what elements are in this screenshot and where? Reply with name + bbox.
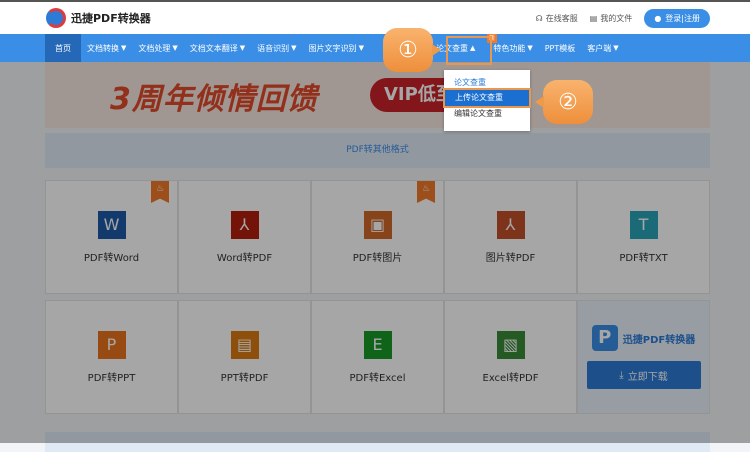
nav-label: 文档转换 <box>87 43 119 53</box>
nav-translate[interactable]: 文档文本翻译 ▼ <box>184 34 251 62</box>
callout-1: ① <box>383 28 441 72</box>
nav-doc-convert[interactable]: 文档转换 ▼ <box>81 34 132 62</box>
nav-label: 特色功能 <box>493 43 526 53</box>
nav-label: 文档处理 <box>138 43 171 53</box>
logo[interactable]: 迅捷PDF转换器 <box>46 8 151 28</box>
caret-down-icon: ▼ <box>527 44 533 52</box>
menu-item-edit-paper-check[interactable]: 编辑论文查重 <box>444 106 530 122</box>
headset-icon: ☊ <box>535 14 543 23</box>
brand-name: 迅捷PDF转换器 <box>71 12 151 25</box>
caret-down-icon: ▼ <box>613 44 619 52</box>
nav-label: 图片文字识别 <box>308 43 357 53</box>
nav-client[interactable]: 客户端 ▼ <box>581 34 624 62</box>
dropdown-title: 论文查重 <box>454 78 486 87</box>
nav-label: 文档文本翻译 <box>189 43 238 53</box>
file-icon: ▤ <box>589 14 598 23</box>
callout-2: ② <box>535 80 593 124</box>
header: 迅捷PDF转换器 ☊ 在线客服 ▤ 我的文件 ● 登录|注册 <box>0 0 750 34</box>
files-label: 我的文件 <box>600 14 633 23</box>
caret-down-icon: ▼ <box>172 44 178 52</box>
menu-item-upload-paper-check[interactable]: 上传论文查重 <box>443 88 531 108</box>
nav-speech[interactable]: 语音识别 ▼ <box>251 34 302 62</box>
caret-down-icon: ▼ <box>291 44 297 52</box>
nav-ppt-templates[interactable]: PPT模板 <box>539 34 582 62</box>
online-service-link[interactable]: ☊ 在线客服 <box>536 13 578 24</box>
login-label: 登录|注册 <box>665 14 700 23</box>
caret-down-icon: ▼ <box>121 44 127 52</box>
my-files-link[interactable]: ▤ 我的文件 <box>590 13 633 24</box>
paper-check-dropdown: 论文查重 上传论文查重 编辑论文查重 <box>443 70 531 131</box>
nav-home[interactable]: 首页 <box>45 34 81 62</box>
nav-doc-process[interactable]: 文档处理 ▼ <box>132 34 183 62</box>
highlight-box <box>446 36 492 65</box>
nav-label: 客户端 <box>587 43 612 53</box>
user-icon: ● <box>654 14 662 23</box>
login-button[interactable]: ● 登录|注册 <box>644 9 710 28</box>
caret-down-icon: ▼ <box>239 44 246 52</box>
nav-label: 语音识别 <box>257 43 290 53</box>
logo-icon <box>46 8 66 28</box>
dim-overlay <box>0 62 750 443</box>
nav-ocr[interactable]: 图片文字识别 ▼ <box>303 34 370 62</box>
main-nav: 首页 文档转换 ▼ 文档处理 ▼ 文档文本翻译 ▼ 语音识别 ▼ 图片文字识别 ▼ 论文查… <box>0 34 750 62</box>
caret-down-icon: ▼ <box>358 44 364 52</box>
service-label: 在线客服 <box>545 14 578 23</box>
